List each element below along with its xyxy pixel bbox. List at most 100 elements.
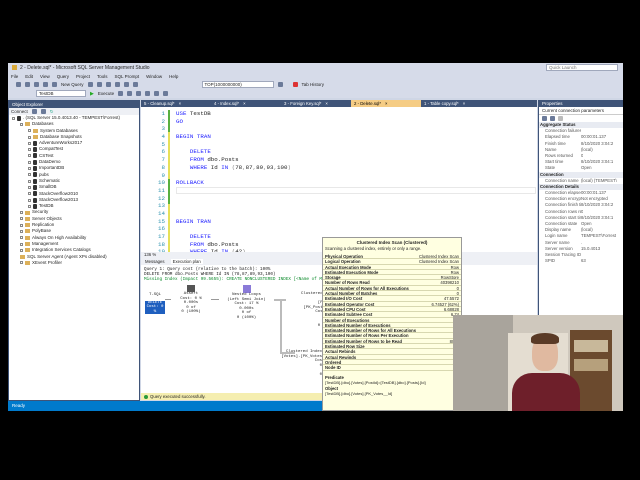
redo-icon[interactable] — [132, 82, 138, 87]
menu-help[interactable]: Help — [169, 74, 178, 79]
plan-node-tsql[interactable]: T-SQL DELETE Cost: 0 % — [145, 293, 165, 315]
tab-document[interactable]: 3 - Foreign Key.sql* × — [281, 100, 351, 107]
properties-object-select[interactable]: Current connection parameters — [539, 107, 623, 115]
line-number: 13 — [158, 202, 165, 210]
code-line: USE TestDB — [176, 110, 211, 117]
expand-icon[interactable] — [28, 148, 31, 152]
execute-button[interactable]: Execute — [98, 91, 114, 96]
code-line: DELETE — [189, 233, 211, 240]
line-number: 10 — [158, 179, 165, 187]
tab-messages[interactable]: Messages — [145, 259, 165, 264]
tab-history-icon[interactable] — [292, 82, 298, 87]
close-tab-icon[interactable]: × — [325, 101, 328, 106]
expand-icon[interactable] — [28, 160, 31, 164]
tab-document[interactable]: 1 - Table copy.sql* × — [421, 100, 491, 107]
comment-icon[interactable] — [154, 91, 160, 96]
menu-tools[interactable]: Tools — [97, 74, 108, 79]
menu-file[interactable]: File — [11, 74, 18, 79]
undo-icon[interactable] — [123, 82, 129, 87]
expand-icon[interactable] — [28, 185, 31, 189]
top-combo[interactable]: TOP(1000000000) — [201, 81, 274, 88]
expand-icon[interactable] — [28, 135, 31, 139]
object-explorer: Object Explorer Connect ↻ . (SQL Server … — [8, 100, 140, 401]
profiler-icon — [25, 260, 30, 265]
plan-node-nested-loops[interactable]: Nested Loops (Left Semi Join) Cost: 17 % 0.… — [219, 285, 274, 321]
close-tab-icon[interactable]: × — [243, 101, 246, 106]
folder-icon — [25, 229, 30, 234]
menu-sql-prompt[interactable]: SQL Prompt — [115, 74, 140, 79]
tab-history-button[interactable]: Tab History — [302, 82, 325, 87]
execute-icon[interactable]: ▶ — [90, 91, 94, 97]
expand-icon[interactable] — [28, 192, 31, 196]
menu-window[interactable]: Window — [146, 74, 162, 79]
expand-icon[interactable] — [28, 204, 31, 208]
folder-icon — [25, 235, 30, 240]
menu-query[interactable]: Query — [57, 74, 69, 79]
line-number: 11 — [158, 186, 165, 194]
property-pages-icon[interactable] — [558, 116, 563, 121]
code-line: BEGIN TRAN — [176, 217, 211, 225]
tab-execution-plan[interactable]: Execution plan — [170, 259, 203, 264]
expand-icon[interactable] — [28, 129, 31, 133]
query-icon[interactable] — [96, 82, 102, 87]
expand-icon[interactable] — [20, 217, 23, 221]
parse-icon[interactable] — [118, 91, 124, 96]
tree-node[interactable]: XEvent Profiler — [9, 260, 139, 266]
forward-icon[interactable] — [25, 82, 30, 87]
expand-icon[interactable] — [20, 261, 23, 265]
filter-icon[interactable] — [40, 109, 46, 114]
object-explorer-header: Object Explorer — [9, 101, 139, 108]
tab-document[interactable]: 5 - Cleanup.sql* × — [141, 100, 211, 107]
database-select[interactable]: TestDB — [36, 90, 86, 97]
query-icon[interactable] — [87, 82, 93, 87]
close-tab-icon[interactable]: × — [385, 101, 388, 106]
expand-icon[interactable] — [20, 236, 23, 240]
refresh-icon[interactable]: ↻ — [50, 109, 54, 115]
new-file-icon[interactable] — [34, 82, 39, 87]
tab-document[interactable]: 4 - Index.sql* × — [211, 100, 281, 107]
expand-icon[interactable] — [28, 179, 31, 183]
tools-icon[interactable] — [277, 82, 283, 87]
expand-icon[interactable] — [20, 223, 23, 227]
menu-edit[interactable]: Edit — [25, 74, 33, 79]
quick-launch-input[interactable]: Quick Launch — [546, 64, 618, 71]
include-plan-icon[interactable] — [145, 91, 151, 96]
expand-icon[interactable] — [20, 211, 23, 215]
database-icon — [33, 197, 37, 203]
query-editor[interactable]: 1 2 3 4 5 6 7 8 9 10 11 12 13 14 15 16 17 18 19 USE TestDB… — [141, 107, 537, 252]
property-row[interactable]: SPID 63 — [539, 258, 623, 264]
tab-document[interactable]: 2 - Delete.sql* × — [351, 100, 421, 107]
open-icon[interactable] — [43, 82, 48, 87]
alphabetical-icon[interactable] — [550, 116, 555, 121]
expand-icon[interactable] — [28, 141, 31, 145]
expand-icon[interactable] — [20, 242, 23, 246]
connect-button[interactable]: Connect — [11, 109, 28, 114]
categorized-icon[interactable] — [542, 116, 547, 121]
display-plan-icon[interactable] — [127, 91, 133, 96]
expand-icon[interactable] — [20, 229, 23, 233]
new-query-button[interactable]: New Query — [61, 82, 84, 87]
expand-icon[interactable] — [20, 248, 23, 252]
code-line: WHERE Id IN (78,87,89,93,100) — [189, 163, 291, 171]
database-icon — [33, 147, 37, 153]
plan-node-assert[interactable]: Assert Cost: 0 % 0.000s 0 of 0 (100%) — [171, 285, 211, 315]
tree-node-server[interactable]: . (SQL Server 15.0.4013.40 - TEMPEST\For… — [9, 115, 139, 121]
save-icon[interactable] — [52, 82, 57, 87]
cut-icon[interactable] — [105, 82, 111, 87]
connect-icon[interactable] — [31, 109, 37, 114]
expand-icon[interactable] — [28, 198, 31, 202]
back-icon[interactable] — [16, 82, 21, 87]
expand-icon[interactable] — [28, 154, 31, 158]
close-tab-icon[interactable]: × — [463, 101, 466, 106]
indent-icon[interactable] — [163, 91, 169, 96]
results-grid-icon[interactable] — [136, 91, 142, 96]
expand-icon[interactable] — [28, 173, 31, 177]
menu-project[interactable]: Project — [76, 74, 90, 79]
expand-icon[interactable] — [28, 167, 31, 171]
close-tab-icon[interactable]: × — [179, 101, 182, 106]
expand-icon[interactable] — [20, 122, 23, 126]
menu-view[interactable]: View — [40, 74, 50, 79]
copy-icon[interactable] — [114, 82, 120, 87]
